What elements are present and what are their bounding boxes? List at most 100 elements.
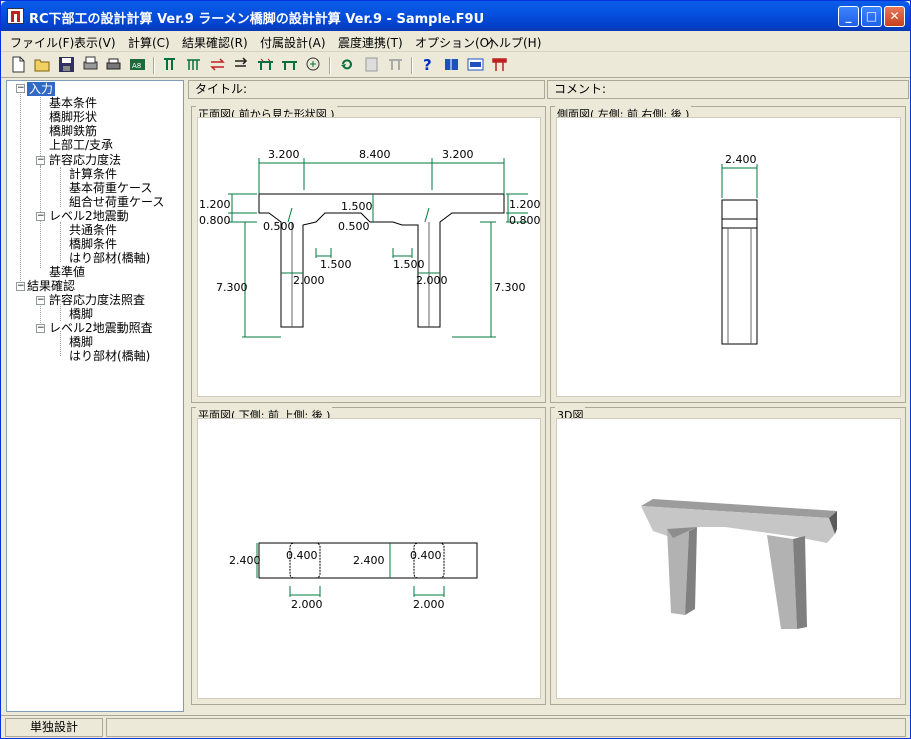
tree-item-combined-load-case[interactable]: 組合せ荷重ケース: [69, 195, 164, 209]
front-view-panel: 正面図( 前から見た形状図 ) 3.200 8.400 3.200 1.200 …: [191, 106, 546, 403]
dim-text: 3.200: [268, 148, 300, 161]
menu-calc[interactable]: 計算(C): [128, 34, 170, 51]
tree-item-superstructure[interactable]: 上部工/支承: [49, 138, 113, 152]
recalculate-icon[interactable]: [339, 56, 356, 73]
manual-icon[interactable]: [443, 56, 460, 73]
help-icon[interactable]: ?: [419, 56, 436, 73]
print-preview-icon[interactable]: [82, 56, 99, 73]
menu-help[interactable]: ヘルプ(H): [487, 34, 541, 51]
dim-text: 2.400: [353, 554, 385, 567]
tree-item-level2-check[interactable]: レベル2地震動照査: [49, 321, 153, 335]
tree-line: [60, 167, 61, 207]
side-view-panel: 側面図( 左側: 前 右側: 後 ) 2.400: [550, 106, 906, 403]
menu-view[interactable]: 表示(V): [74, 34, 116, 51]
tree-item-allowable-stress[interactable]: 許容応力度法: [49, 153, 121, 167]
toolbar-separator: [153, 57, 155, 74]
window-title: RC下部工の設計計算 Ver.9 ラーメン橋脚の設計計算 Ver.9 - Sam…: [29, 12, 485, 27]
tree-item-basic-load-case[interactable]: 基本荷重ケース: [69, 181, 152, 195]
toolbar-separator: [329, 57, 331, 74]
tree-item-pier-check[interactable]: 橋脚: [69, 307, 93, 321]
save-icon[interactable]: [58, 56, 75, 73]
tree-collapse-toggle[interactable]: −: [16, 282, 25, 291]
dim-text: 8.400: [359, 148, 391, 161]
dim-text: 0.500: [338, 220, 370, 233]
dim-text: 2.000: [293, 274, 325, 287]
tree-line: [60, 222, 61, 262]
tree-item-beam-member[interactable]: はり部材(橋軸): [69, 251, 150, 265]
dim-text: 0.400: [286, 549, 318, 562]
tree-collapse-toggle[interactable]: −: [36, 296, 45, 305]
tree-item-basic-conditions[interactable]: 基本条件: [49, 96, 97, 110]
tree-item-standard-values[interactable]: 基準値: [49, 265, 85, 279]
standard-values-icon[interactable]: [305, 56, 322, 73]
pier-shape-icon[interactable]: [161, 56, 178, 73]
toolbar-separator: [411, 57, 413, 74]
minimize-button[interactable]: _: [838, 6, 859, 27]
3d-view-panel: 3D図: [550, 407, 906, 705]
tree-item-level2-pier[interactable]: 橋脚: [69, 335, 93, 349]
load-combine-icon[interactable]: [233, 56, 250, 73]
open-folder-icon[interactable]: [34, 56, 51, 73]
menu-seismic[interactable]: 震度連携(T): [338, 34, 403, 51]
dim-text: 0.400: [410, 549, 442, 562]
tree-item-allowable-check[interactable]: 許容応力度法照査: [49, 293, 145, 307]
dim-text: 7.300: [494, 281, 526, 294]
load-case-icon[interactable]: [209, 56, 226, 73]
dim-text: 3.200: [442, 148, 474, 161]
maximize-button[interactable]: □: [861, 6, 882, 27]
title-field[interactable]: タイトル:: [188, 80, 545, 99]
svg-text:A8: A8: [132, 62, 141, 70]
print-icon[interactable]: [105, 56, 122, 73]
app-icon[interactable]: [7, 8, 24, 24]
dim-text: 2.000: [416, 274, 448, 287]
level2-pier-icon[interactable]: [257, 56, 274, 73]
result-pier-icon[interactable]: [387, 56, 404, 73]
menu-options[interactable]: オプション(O): [415, 34, 494, 51]
plan-view-drawing: 2.400 2.400 0.400 0.400 2.000 2.000: [229, 542, 478, 611]
dim-text: 0.800: [509, 214, 541, 227]
side-view-canvas: 2.400: [556, 117, 901, 397]
beam-member-icon[interactable]: [281, 56, 298, 73]
side-view-drawing: 2.400: [721, 153, 758, 345]
tree-item-pier-conditions[interactable]: 橋脚条件: [69, 237, 117, 251]
menu-results[interactable]: 結果確認(R): [182, 34, 248, 51]
front-view-canvas: 3.200 8.400 3.200 1.200 0.800 1.200 0.80…: [197, 117, 541, 397]
3d-view-canvas[interactable]: [556, 418, 901, 699]
dim-text: 1.200: [199, 198, 231, 211]
dim-text: 1.200: [509, 198, 541, 211]
plan-view-canvas: 2.400 2.400 0.400 0.400 2.000 2.000: [197, 418, 541, 699]
result-sheet-icon[interactable]: [363, 56, 380, 73]
dim-text: 2.000: [413, 598, 445, 611]
menu-bar: ファイル(F) 表示(V) 計算(C) 結果確認(R) 付属設計(A) 震度連携…: [1, 31, 910, 52]
dim-text: 1.500: [341, 200, 373, 213]
new-file-icon[interactable]: [10, 56, 27, 73]
tree-item-results[interactable]: 結果確認: [27, 279, 75, 293]
export-icon[interactable]: A8: [129, 56, 146, 73]
tree-line: [20, 91, 21, 287]
tree-collapse-toggle[interactable]: −: [36, 324, 45, 333]
menu-attached[interactable]: 付属設計(A): [260, 34, 326, 51]
status-mode: 単独設計: [5, 718, 103, 737]
rebar-icon[interactable]: [185, 56, 202, 73]
tree-item-level2[interactable]: レベル2地震動: [49, 209, 129, 223]
dim-text: 7.300: [216, 281, 248, 294]
3d-view-model: [641, 499, 837, 629]
dim-text: 0.500: [263, 220, 295, 233]
plan-view-panel: 平面図( 下側: 前 上側: 後 ) 2.400 2.400 0.400 0.4…: [191, 407, 546, 705]
tree-collapse-toggle[interactable]: −: [36, 156, 45, 165]
tree-collapse-toggle[interactable]: −: [16, 84, 25, 93]
tree-item-pier-rebar[interactable]: 橋脚鉄筋: [49, 124, 97, 138]
tree-item-level2-beam[interactable]: はり部材(橋軸): [69, 349, 150, 363]
support-icon[interactable]: [467, 56, 484, 73]
tree-collapse-toggle[interactable]: −: [36, 212, 45, 221]
about-icon[interactable]: [491, 56, 508, 73]
close-button[interactable]: ✕: [884, 6, 905, 27]
tree-item-common-conditions[interactable]: 共通条件: [69, 223, 117, 237]
title-bar[interactable]: RC下部工の設計計算 Ver.9 ラーメン橋脚の設計計算 Ver.9 - Sam…: [1, 1, 910, 31]
status-message: [106, 718, 906, 737]
tree-item-pier-shape[interactable]: 橋脚形状: [49, 110, 97, 124]
comment-field[interactable]: コメント:: [547, 80, 909, 99]
menu-file[interactable]: ファイル(F): [10, 34, 74, 51]
tree-item-calc-conditions[interactable]: 計算条件: [69, 167, 117, 181]
tree-item-input[interactable]: 入力: [27, 82, 56, 96]
